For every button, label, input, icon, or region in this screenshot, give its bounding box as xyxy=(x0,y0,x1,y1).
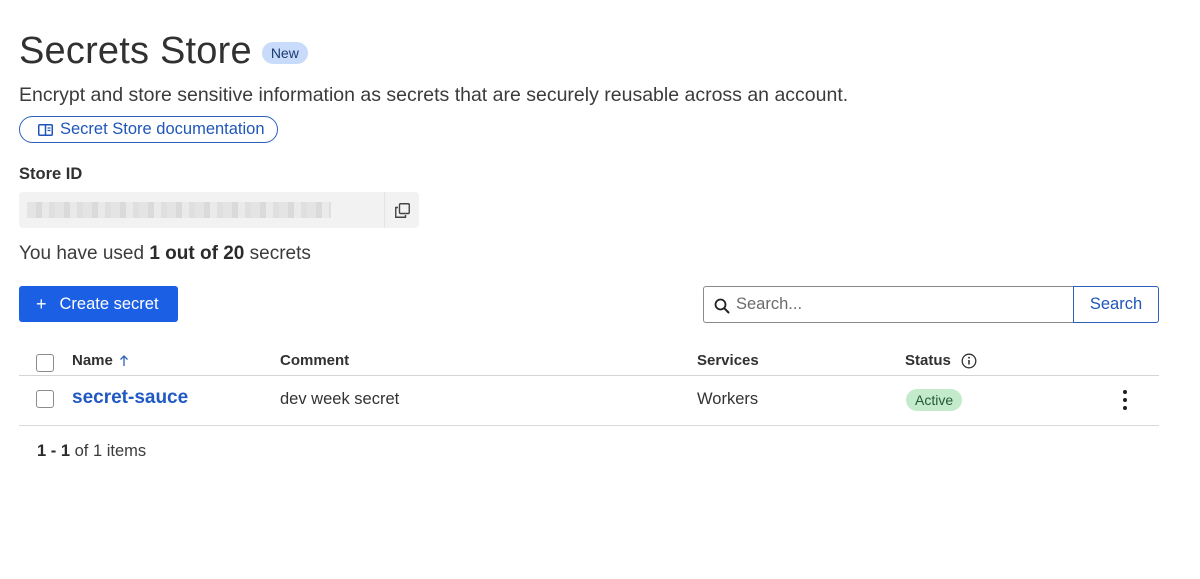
copy-icon xyxy=(394,202,410,218)
store-id-field: a xyxy=(19,192,419,228)
usage-used-count: 1 xyxy=(149,243,160,264)
page-header: Secrets Store New xyxy=(19,30,308,73)
pagination-range: 1 - 1 xyxy=(37,442,71,460)
pagination-summary: 1 - 1 of 1 items xyxy=(37,442,146,461)
secret-comment: dev week secret xyxy=(280,390,400,408)
table-header: Name Comment Services Status xyxy=(19,341,1159,376)
kebab-dot xyxy=(1123,390,1127,394)
search-button[interactable]: Search xyxy=(1073,286,1159,323)
secrets-table: Name Comment Services Status secret-sauc… xyxy=(19,341,1159,426)
plus-icon: + xyxy=(36,293,47,314)
usage-out-of: out of xyxy=(165,243,218,264)
search-input[interactable] xyxy=(736,287,1066,322)
search-input-box xyxy=(703,286,1073,323)
sort-ascending-icon xyxy=(119,354,128,366)
create-secret-label: Create secret xyxy=(59,294,159,313)
documentation-link[interactable]: Secret Store documentation xyxy=(19,116,278,143)
documentation-link-label: Secret Store documentation xyxy=(60,120,265,138)
search-bar: Search xyxy=(703,286,1159,323)
page-subtitle: Encrypt and store sensitive information … xyxy=(19,84,849,106)
column-comment: Comment xyxy=(280,352,350,369)
info-icon[interactable] xyxy=(961,353,977,369)
table-row: secret-sauce dev week secret Workers Act… xyxy=(19,376,1159,426)
secret-services: Workers xyxy=(697,390,759,408)
status-badge: Active xyxy=(906,389,963,411)
column-services: Services xyxy=(697,352,759,369)
column-name-label: Name xyxy=(72,352,113,369)
store-id-value: a xyxy=(27,202,331,218)
store-id-label: Store ID xyxy=(19,165,83,183)
book-icon xyxy=(38,123,53,136)
kebab-dot xyxy=(1123,406,1127,410)
row-checkbox[interactable] xyxy=(36,390,54,408)
kebab-dot xyxy=(1123,398,1127,402)
pagination-total: of 1 items xyxy=(74,442,147,460)
search-icon xyxy=(714,298,730,314)
usage-prefix: You have used xyxy=(19,243,145,264)
new-badge: New xyxy=(261,41,308,64)
usage-summary: You have used 1 out of 20 secrets xyxy=(19,243,311,265)
create-secret-button[interactable]: + Create secret xyxy=(19,286,178,322)
column-status: Status xyxy=(905,352,977,369)
column-status-label: Status xyxy=(905,352,951,369)
select-all-checkbox[interactable] xyxy=(36,354,54,372)
copy-store-id-button[interactable] xyxy=(384,192,419,228)
page-title: Secrets Store xyxy=(19,30,252,72)
secret-name-link[interactable]: secret-sauce xyxy=(72,387,188,409)
usage-limit: 20 xyxy=(223,243,245,264)
usage-suffix: secrets xyxy=(249,243,311,264)
column-name[interactable]: Name xyxy=(72,352,131,369)
row-actions-kebab-icon[interactable] xyxy=(1117,388,1133,412)
